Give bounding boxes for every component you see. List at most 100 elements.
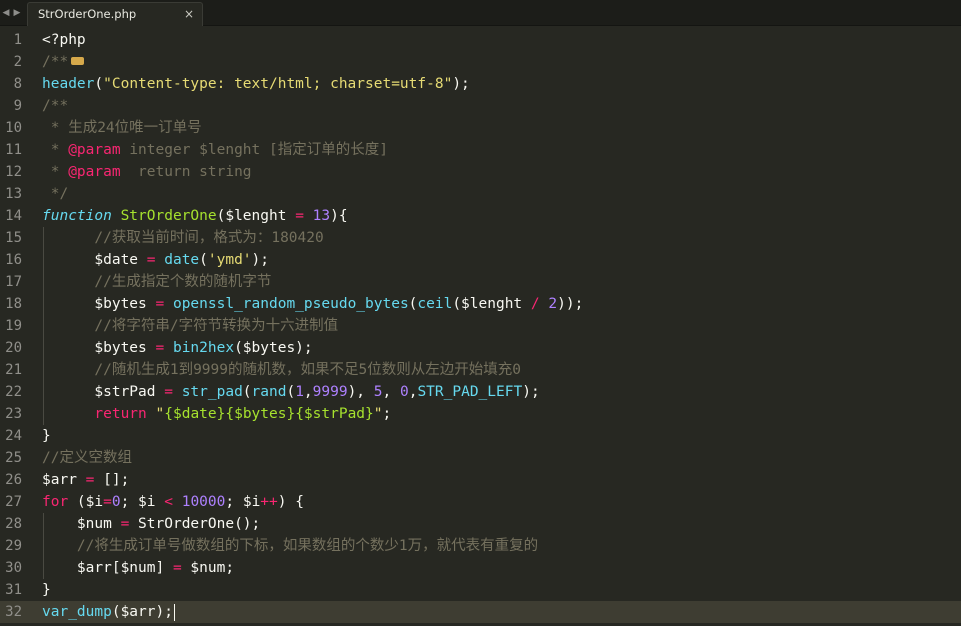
code-token-comment: * bbox=[42, 142, 69, 158]
line-number: 19 bbox=[5, 318, 22, 334]
code-token-string: " bbox=[155, 406, 165, 422]
code-line[interactable]: return "{$date}{$bytes}{$strPad}"; bbox=[42, 403, 961, 425]
line-number: 32 bbox=[5, 604, 22, 620]
line-number: 26 bbox=[5, 472, 22, 488]
code-token-plain: $date bbox=[42, 252, 147, 268]
code-token-plain: ($lenght bbox=[452, 296, 531, 312]
code-token-func: header bbox=[42, 76, 95, 92]
code-token-comment: integer $lenght [指定订单的长度] bbox=[120, 142, 388, 158]
line-number: 14 bbox=[5, 208, 22, 224]
code-token-comment: //将生成订单号做数组的下标，如果数组的个数少1万，就代表有重复的 bbox=[76, 538, 539, 554]
line-number: 22 bbox=[5, 384, 22, 400]
code-token-plain: ; $i bbox=[120, 494, 165, 510]
code-line[interactable]: function StrOrderOne($lenght = 13){ bbox=[42, 205, 961, 227]
code-token-plain: } bbox=[42, 428, 51, 444]
code-line[interactable]: //将字符串/字符节转换为十六进制值 bbox=[42, 315, 961, 337]
code-line[interactable]: for ($i=0; $i < 10000; $i++) { bbox=[42, 491, 961, 513]
code-line[interactable]: } bbox=[42, 579, 961, 601]
code-line[interactable]: /** bbox=[42, 95, 961, 117]
code-token-number: 13 bbox=[312, 208, 331, 224]
code-token-plain: []; bbox=[94, 472, 130, 488]
code-token-docparam: @param bbox=[68, 164, 121, 180]
code-token-comment: //生成指定个数的随机字节 bbox=[94, 274, 272, 290]
code-token-plain: $arr bbox=[42, 472, 86, 488]
code-token-number: 9999 bbox=[312, 384, 348, 400]
code-token-number: 0 bbox=[399, 384, 409, 400]
code-line[interactable]: $num = StrOrderOne(); bbox=[42, 513, 961, 535]
tab-title: StrOrderOne.php bbox=[38, 7, 137, 21]
code-token-plain: StrOrderOne(); bbox=[129, 516, 261, 532]
line-number: 29 bbox=[5, 538, 22, 554]
code-token-plain: , bbox=[303, 384, 313, 400]
code-line[interactable]: //随机生成1到9999的随机数，如果不足5位数则从左边开始填充0 bbox=[42, 359, 961, 381]
code-token-plain: ( bbox=[242, 384, 252, 400]
code-token-string: " bbox=[373, 406, 383, 422]
line-number: 30 bbox=[5, 560, 22, 576]
code-line[interactable]: /** bbox=[42, 51, 961, 73]
code-line[interactable]: } bbox=[42, 425, 961, 447]
code-text-area[interactable]: <?php/** header("Content-type: text/html;… bbox=[42, 29, 961, 623]
code-token-op: = bbox=[103, 494, 112, 510]
line-number: 12 bbox=[5, 164, 22, 180]
code-token-plain: ) { bbox=[277, 494, 304, 510]
code-line[interactable]: $arr[$num] = $num; bbox=[42, 557, 961, 579]
code-line[interactable]: * @param return string bbox=[42, 161, 961, 183]
code-line[interactable]: $strPad = str_pad(rand(1,9999), 5, 0,STR… bbox=[42, 381, 961, 403]
code-editor[interactable]: 1 2 8 9 10 11 12 13 14 15 16 17 18 19 20 21 22 23 24 25 26 27… bbox=[0, 26, 961, 626]
line-number: 13 bbox=[5, 186, 22, 202]
code-token-op: = bbox=[172, 560, 182, 576]
code-line[interactable]: $date = date('ymd'); bbox=[42, 249, 961, 271]
code-line[interactable]: header("Content-type: text/html; charset… bbox=[42, 73, 961, 95]
code-token-comment: /** bbox=[42, 98, 69, 114]
code-line[interactable]: var_dump($arr); bbox=[42, 601, 961, 623]
code-token-plain: ; bbox=[382, 406, 392, 422]
tab-strorderone-php[interactable]: StrOrderOne.php × bbox=[27, 2, 203, 26]
line-number: 15 bbox=[5, 230, 22, 246]
code-line[interactable]: */ bbox=[42, 183, 961, 205]
code-token-plain: ( bbox=[199, 252, 208, 268]
code-line[interactable]: //生成指定个数的随机字节 bbox=[42, 271, 961, 293]
code-token-number: 10000 bbox=[181, 494, 226, 510]
code-token-op: / bbox=[530, 296, 540, 312]
code-line[interactable]: $bytes = openssl_random_pseudo_bytes(cei… bbox=[42, 293, 961, 315]
code-token-plain: ($bytes); bbox=[234, 340, 313, 356]
line-number: 20 bbox=[5, 340, 22, 356]
code-token-func: openssl_random_pseudo_bytes bbox=[172, 296, 409, 312]
code-line[interactable]: * 生成24位唯一订单号 bbox=[42, 117, 961, 139]
code-line[interactable]: $arr = []; bbox=[42, 469, 961, 491]
code-line[interactable]: //获取当前时间，格式为：180420 bbox=[42, 227, 961, 249]
code-line[interactable]: $bytes = bin2hex($bytes); bbox=[42, 337, 961, 359]
line-number: 16 bbox=[5, 252, 22, 268]
line-number: 23 bbox=[5, 406, 22, 422]
code-line[interactable]: //定义空数组 bbox=[42, 447, 961, 469]
text-caret bbox=[173, 603, 175, 621]
line-number: 17 bbox=[5, 274, 22, 290]
line-number: 8 bbox=[13, 76, 22, 92]
close-tab-icon[interactable]: × bbox=[184, 3, 194, 26]
line-number: 1 bbox=[13, 32, 22, 48]
code-line[interactable]: <?php bbox=[42, 29, 961, 51]
indent-guide bbox=[43, 227, 44, 425]
line-number-gutter[interactable]: 1 2 8 9 10 11 12 13 14 15 16 17 18 19 20 21 22 23 24 25 26 27… bbox=[0, 29, 34, 623]
code-token-plain: $arr[$num] bbox=[42, 560, 173, 576]
code-token-storage: function bbox=[42, 208, 112, 224]
code-line[interactable]: * @param integer $lenght [指定订单的长度] bbox=[42, 139, 961, 161]
tab-scroll-right-icon[interactable]: ▶ bbox=[11, 0, 23, 26]
code-token-plain: $num; bbox=[181, 560, 235, 576]
code-token-op: = bbox=[120, 516, 130, 532]
code-token-plain: $bytes bbox=[42, 296, 156, 312]
line-number: 28 bbox=[5, 516, 22, 532]
code-token-comment: * bbox=[42, 164, 69, 180]
code-token-plain: ($lenght bbox=[216, 208, 296, 224]
folded-region-icon[interactable] bbox=[71, 57, 85, 65]
line-number: 9 bbox=[13, 98, 22, 114]
line-number: 10 bbox=[5, 120, 22, 136]
code-line[interactable]: //将生成订单号做数组的下标，如果数组的个数少1万，就代表有重复的 bbox=[42, 535, 961, 557]
